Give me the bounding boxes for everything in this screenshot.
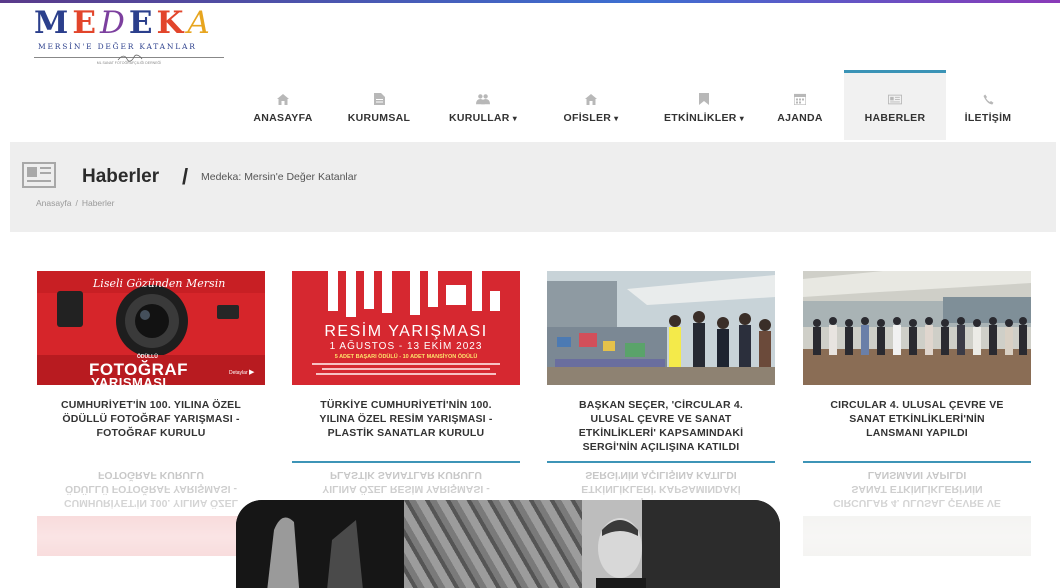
image-dates: 1 AĞUSTOS - 13 EKİM 2023 [329,341,483,352]
image-caption-script: Liseli Gözünden Mersin [93,277,226,290]
image-title: RESİM YARIŞMASI [324,323,488,340]
nav-label: ANASAYFA [253,112,313,124]
site-logo[interactable]: M E D E K A MERSİN'E DEĞER KATANLAR ML S… [34,8,234,68]
nav-label: ETKİNLİKLER [663,112,737,124]
nav-label: AJANDA [777,112,823,124]
logo-letter: E [128,5,157,41]
group-photo-icon [803,271,1031,385]
chevron-down-icon: ▾ [512,114,518,123]
phone-icon [981,93,995,105]
news-card[interactable]: Liseli Gözünden Mersin ÖDÜLLÜ FOTOĞRAF Y… [37,271,265,461]
image-prizes: 5 ADET BAŞARI ÖDÜLÜ - 10 ADET MANSİYON Ö… [334,354,478,360]
home-icon [276,93,290,105]
nav-item-anasayfa[interactable]: ANASAYFA [238,70,328,140]
nav-item-ajanda[interactable]: AJANDA [762,70,838,140]
news-card-title[interactable]: TÜRKİYE CUMHURİYETİ'NİN 100. YILINA ÖZEL… [292,385,520,461]
play-icon: ▶ [249,369,255,376]
nav-item-kurullar[interactable]: KURULLAR ▾ [430,70,536,140]
calendar-icon [793,93,807,105]
video-frame [236,500,404,588]
news-card[interactable]: CIRCULAR 4. ULUSAL ÇEVRE VE SANAT ETKİNL… [803,271,1031,463]
logo-wordmark: M E D E K A [34,8,234,39]
home-icon [584,93,598,105]
title-separator: / [182,164,189,189]
nav-label: İLETİŞİM [964,112,1012,124]
video-preview[interactable] [236,500,780,588]
details-label: Detaylar [229,370,248,376]
exhibition-photo-icon [547,271,775,385]
logo-signature-icon [117,54,143,62]
news-card-accent [292,461,520,463]
breadcrumb-link-anasayfa[interactable]: Anasayfa [36,198,71,208]
news-card-image[interactable]: RESİM YARIŞMASI 1 AĞUSTOS - 13 EKİM 2023… [292,271,520,385]
news-card[interactable]: BAŞKAN SEÇER, 'CİRCULAR 4. ULUSAL ÇEVRE … [547,271,775,463]
news-card-accent [547,461,775,463]
nav-item-etkinlikler[interactable]: ETKİNLİKLER ▾ [646,70,762,140]
main-navigation: ANASAYFA KURUMSAL KURULLAR ▾ OFİSLER ▾ ETK… [238,70,1030,140]
reflection-image [37,516,265,556]
logo-letter: E [72,5,100,41]
logo-letter: K [156,5,188,41]
users-icon [476,93,490,105]
nav-item-ofisler[interactable]: OFİSLER ▾ [536,70,646,140]
news-card-accent [803,461,1031,463]
page-subtitle: Medeka: Mersin'e Değer Katanlar [201,171,358,183]
news-card-title[interactable]: BAŞKAN SEÇER, 'CİRCULAR 4. ULUSAL ÇEVRE … [547,385,775,461]
news-card-title[interactable]: CUMHURİYET'İN 100. YILINA ÖZEL ÖDÜLLÜ FO… [37,385,265,461]
chevron-down-icon: ▾ [739,114,745,123]
breadcrumb-separator: / [75,198,78,208]
reflection-image [803,516,1031,556]
logo-letter: D [99,5,129,41]
card-reflection: CUMHURİYET'İN 100. YILINA ÖZEL ÖDÜLLÜ FO… [37,468,265,588]
image-details-button[interactable]: Detaylar ▶ [229,368,254,376]
news-card-image[interactable]: Liseli Gözünden Mersin ÖDÜLLÜ FOTOĞRAF Y… [37,271,265,385]
news-card-image[interactable] [547,271,775,385]
document-icon [372,93,386,105]
nav-item-kurumsal[interactable]: KURUMSAL [328,70,430,140]
bookmark-icon [697,93,711,105]
news-card-title[interactable]: CIRCULAR 4. ULUSAL ÇEVRE VE SANAT ETKİNL… [803,385,1031,461]
image-title-2: YARIŞMASI [91,375,167,385]
nav-label: KURUMSAL [347,112,411,124]
news-card[interactable]: RESİM YARIŞMASI 1 AĞUSTOS - 13 EKİM 2023… [292,271,520,463]
nav-label: KURULLAR [448,112,510,124]
breadcrumb: Anasayfa / Haberler [36,198,114,208]
logo-letter: A [187,5,214,41]
top-accent-strip [0,0,1060,3]
portrait-icon [582,500,780,588]
nav-label-wrap: KURULLAR ▾ [449,112,517,124]
reflection-text: CUMHURİYET'İN 100. YILINA ÖZEL ÖDÜLLÜ FO… [63,469,239,509]
silhouette-icon [236,500,404,588]
page-header: Haberler / Medeka: Mersin'e Değer Katanl… [10,142,1056,232]
nav-item-haberler[interactable]: HABERLER [844,70,946,140]
video-frame [582,500,780,588]
nav-label: HABERLER [864,112,926,124]
nav-label: OFİSLER [563,112,612,124]
chevron-down-icon: ▾ [614,114,619,123]
nav-label-wrap: OFİSLER ▾ [564,112,619,124]
breadcrumb-current: Haberler [81,198,115,208]
nav-label-wrap: ETKİNLİKLER ▾ [664,112,744,124]
news-card-image[interactable] [803,271,1031,385]
video-frame [404,500,582,588]
logo-subtitle: MERSİN'E DEĞER KATANLAR [38,42,197,51]
card-reflection: CIRCULAR 4. ULUSAL ÇEVRE VE SANAT ETKİNL… [803,468,1031,588]
newspaper-icon [22,162,56,188]
logo-letter: M [34,5,73,41]
page-title: Haberler [82,166,160,187]
nav-item-iletisim[interactable]: İLETİŞİM [946,70,1030,140]
newspaper-icon [888,93,902,105]
reflection-text: CIRCULAR 4. ULUSAL ÇEVRE VE SANAT ETKİNL… [833,469,1001,509]
